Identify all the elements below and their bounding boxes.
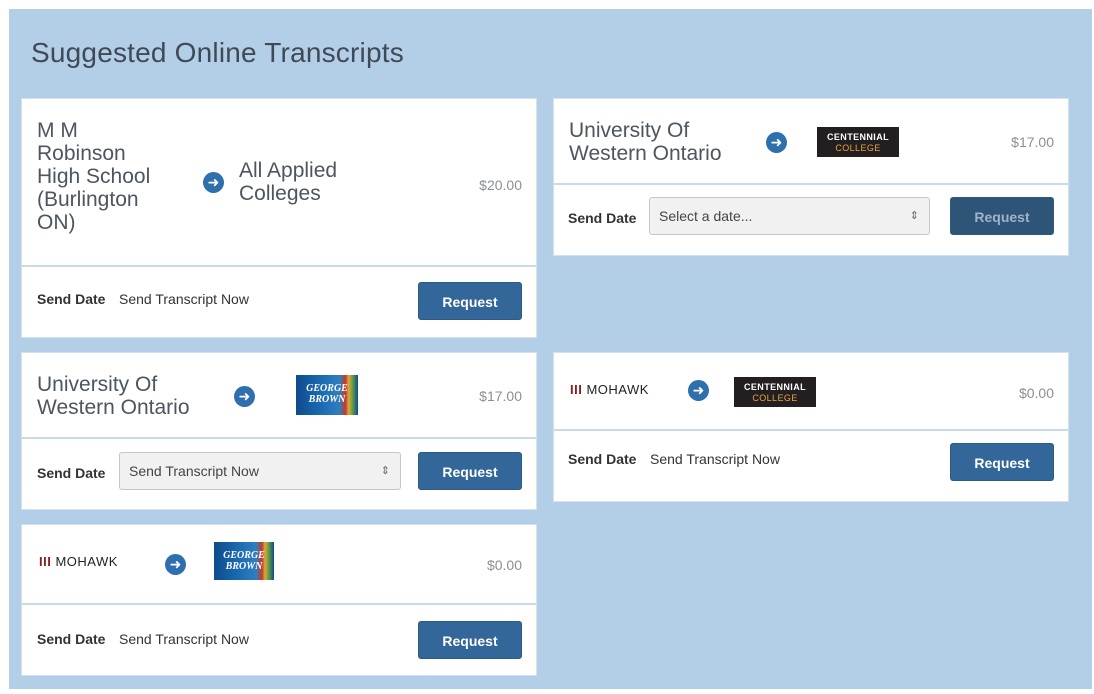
request-button[interactable]: Request	[950, 197, 1054, 235]
from-school: University Of Western Ontario	[569, 119, 722, 165]
arrow-right-circle-icon: ➜	[165, 554, 186, 575]
card-header: III MOHAWK ➜ CENTENNIAL COLLEGE $0.00	[554, 353, 1068, 431]
card-header: University Of Western Ontario ➜ CENTENNI…	[554, 99, 1068, 185]
mohawk-logo: III MOHAWK	[39, 554, 118, 569]
from-school: University Of Western Ontario	[37, 373, 190, 419]
centennial-college-logo: CENTENNIAL COLLEGE	[734, 377, 816, 407]
price: $20.00	[479, 177, 522, 193]
page-title: Suggested Online Transcripts	[31, 37, 404, 68]
select-value: Select a date...	[659, 208, 753, 224]
transcript-card-3: University Of Western Ontario ➜ GEORGE B…	[21, 352, 537, 510]
request-button[interactable]: Request	[418, 282, 522, 320]
request-button[interactable]: Request	[418, 621, 522, 659]
send-date-label: Send Date	[568, 451, 637, 467]
arrow-right-circle-icon: ➜	[766, 132, 787, 153]
centennial-college-logo: CENTENNIAL COLLEGE	[817, 127, 899, 157]
send-date-label: Send Date	[568, 210, 637, 226]
transcript-card-1: M M Robinson High School (Burlington ON)…	[21, 98, 537, 338]
select-caret-icon: ⇕	[380, 465, 390, 477]
arrow-right-circle-icon: ➜	[688, 380, 709, 401]
send-date-value: Send Transcript Now	[650, 451, 780, 467]
transcript-card-2: University Of Western Ontario ➜ CENTENNI…	[553, 98, 1069, 256]
price: $17.00	[479, 388, 522, 404]
price: $0.00	[1018, 385, 1054, 401]
arrow-right-circle-icon: ➜	[203, 172, 224, 193]
to-school: All Applied Colleges	[239, 159, 338, 205]
card-footer: Send Date Send Transcript Now ⇕ Request	[22, 437, 536, 509]
arrow-right-circle-icon: ➜	[234, 386, 255, 407]
card-footer: Send Date Send Transcript Now Request	[22, 603, 536, 675]
card-footer: Send Date Send Transcript Now Request	[554, 429, 1068, 501]
send-date-label: Send Date	[37, 291, 106, 307]
from-school: M M Robinson High School (Burlington ON)	[37, 119, 151, 234]
send-date-select[interactable]: Select a date... ⇕	[649, 197, 930, 235]
send-date-select[interactable]: Send Transcript Now ⇕	[119, 452, 401, 490]
mohawk-logo: III MOHAWK	[570, 382, 649, 397]
george-brown-logo: GEORGE BROWN	[214, 542, 274, 580]
transcript-card-4: III MOHAWK ➜ CENTENNIAL COLLEGE $0.00 Se…	[553, 352, 1069, 502]
transcripts-panel: Suggested Online Transcripts M M Robinso…	[9, 9, 1092, 689]
card-header: III MOHAWK ➜ GEORGE BROWN $0.00	[22, 525, 536, 605]
send-date-value: Send Transcript Now	[119, 291, 249, 307]
select-caret-icon: ⇕	[909, 210, 919, 222]
card-footer: Send Date Select a date... ⇕ Request	[554, 183, 1068, 255]
send-date-label: Send Date	[37, 631, 106, 647]
card-header: University Of Western Ontario ➜ GEORGE B…	[22, 353, 536, 439]
send-date-value: Send Transcript Now	[119, 631, 249, 647]
request-button[interactable]: Request	[950, 443, 1054, 481]
price: $0.00	[486, 557, 522, 573]
george-brown-logo: GEORGE BROWN	[296, 375, 358, 415]
card-footer: Send Date Send Transcript Now Request	[22, 265, 536, 337]
card-header: M M Robinson High School (Burlington ON)…	[22, 99, 536, 267]
request-button[interactable]: Request	[418, 452, 522, 490]
price: $17.00	[1011, 134, 1054, 150]
select-value: Send Transcript Now	[129, 463, 259, 479]
send-date-label: Send Date	[37, 465, 106, 481]
transcript-card-5: III MOHAWK ➜ GEORGE BROWN $0.00 Send Dat…	[21, 524, 537, 676]
